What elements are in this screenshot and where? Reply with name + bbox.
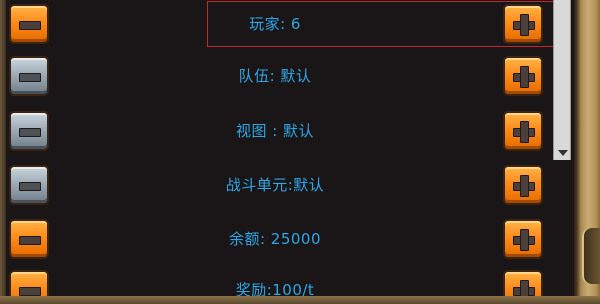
setting-row-players: 玩家: 6 <box>0 2 560 46</box>
decrease-combat-unit-button[interactable] <box>9 165 49 205</box>
setting-row-team: 队伍: 默认 <box>0 54 560 98</box>
increase-combat-unit-button[interactable] <box>503 165 543 205</box>
decrease-players-button[interactable] <box>9 4 49 44</box>
increase-balance-button[interactable] <box>503 219 543 259</box>
minus-icon <box>19 21 41 30</box>
game-settings-panel: 玩家: 6 队伍: 默认 视图 : 默认 战斗单元:默认 余额: 25000 奖… <box>0 0 600 304</box>
decrease-balance-button[interactable] <box>9 219 49 259</box>
frame-tab-handle <box>582 228 600 284</box>
minus-icon <box>19 182 41 191</box>
players-label: 玩家: 6 <box>249 15 301 33</box>
increase-players-button[interactable] <box>503 4 543 44</box>
minus-icon <box>19 236 41 245</box>
balance-label: 余额: 25000 <box>228 230 322 248</box>
setting-row-balance: 余额: 25000 <box>0 217 560 261</box>
decrease-team-button[interactable] <box>9 56 49 96</box>
setting-row-combat-unit: 战斗单元:默认 <box>0 163 560 207</box>
increase-view-button[interactable] <box>503 111 543 151</box>
view-label: 视图 : 默认 <box>235 122 315 140</box>
minus-icon <box>19 73 41 82</box>
minus-icon <box>19 287 41 296</box>
setting-row-view: 视图 : 默认 <box>0 109 560 153</box>
scroll-down-arrow-icon[interactable] <box>558 150 568 156</box>
vertical-scrollbar[interactable] <box>553 0 571 160</box>
combat-unit-label: 战斗单元:默认 <box>225 176 325 194</box>
team-label: 队伍: 默认 <box>238 67 312 85</box>
bottom-frame-border <box>0 296 600 304</box>
increase-team-button[interactable] <box>503 56 543 96</box>
decrease-view-button[interactable] <box>9 111 49 151</box>
minus-icon <box>19 128 41 137</box>
